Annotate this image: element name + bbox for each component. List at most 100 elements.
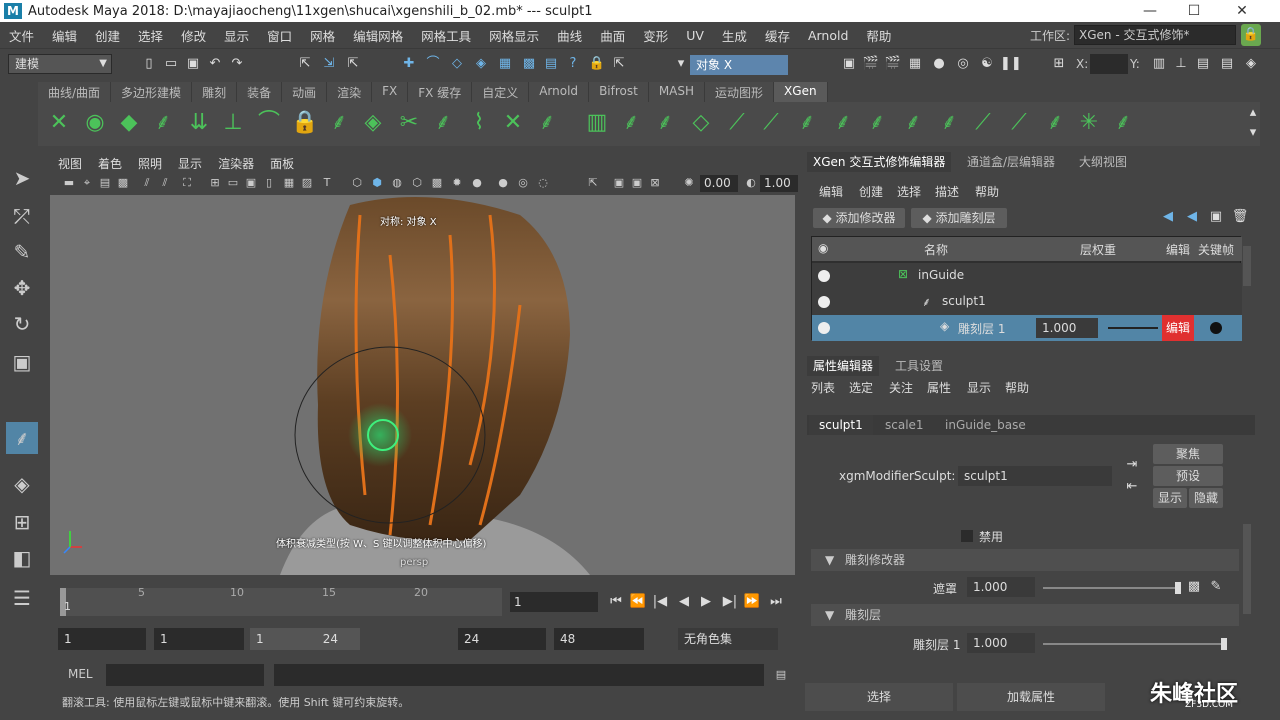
tab-outliner[interactable]: 大纲视图 [1079, 152, 1127, 172]
xgen-add-guide-icon[interactable]: ⊥ [218, 106, 248, 140]
table-row[interactable]: ⸙ sculpt1 [812, 289, 1242, 315]
ambient-occlusion-icon[interactable]: ● [470, 176, 484, 190]
grid-icon[interactable]: ⊞ [208, 176, 222, 190]
rotate-tool-icon[interactable]: ↻ [6, 308, 38, 340]
new-scene-icon[interactable]: ▯ [140, 55, 158, 73]
menu-modify[interactable]: 修改 [172, 26, 215, 45]
xgen-width-icon[interactable]: ▥ [582, 106, 612, 140]
preset-button[interactable]: 预设 [1153, 466, 1223, 486]
menu-cache[interactable]: 缓存 [756, 26, 799, 45]
bookmark-icon[interactable]: ▤ [98, 176, 112, 190]
antialias-icon[interactable]: ◎ [516, 176, 530, 190]
table-row[interactable]: ⊠ inGuide [812, 263, 1242, 289]
xgen-noise-icon[interactable]: ✕ [498, 106, 528, 140]
focus-button[interactable]: 聚焦 [1153, 444, 1223, 464]
ipr-render-icon[interactable]: 🎬 [884, 55, 902, 73]
camera-attr-icon[interactable]: ⌖ [80, 176, 94, 190]
isolate-select-icon[interactable]: ⇱ [586, 176, 600, 190]
vp-menu-view[interactable]: 视图 [50, 155, 90, 172]
xgen-twist-icon[interactable]: ⸙ [532, 106, 562, 140]
select-tool-icon[interactable]: ➤ [6, 162, 38, 194]
menu-mesh-tools[interactable]: 网格工具 [412, 26, 480, 45]
xg-menu-select[interactable]: 选择 [897, 183, 921, 200]
snap-curve-icon[interactable]: ⌒ [424, 55, 442, 73]
mel-input[interactable] [106, 664, 264, 686]
menu-display[interactable]: 显示 [215, 26, 258, 45]
x-field[interactable] [1090, 54, 1128, 74]
gamma-field[interactable]: 1.00 [760, 175, 798, 192]
motion-blur-icon[interactable]: ● [496, 176, 510, 190]
layer1-slider-knob[interactable] [1221, 638, 1227, 650]
shelf-tab-poly[interactable]: 多边形建模 [111, 82, 193, 102]
menu-help[interactable]: 帮助 [857, 26, 900, 45]
vp-menu-show[interactable]: 显示 [170, 155, 210, 172]
tab-channel-box[interactable]: 通道盒/层编辑器 [967, 152, 1055, 172]
gamma-icon[interactable]: ◐ [744, 176, 758, 190]
xgm-node-field[interactable]: sculpt1 [958, 466, 1112, 486]
tab-attribute-editor[interactable]: 属性编辑器 [807, 356, 880, 376]
add-modifier-button[interactable]: ◆ 添加修改器 [813, 208, 905, 228]
shelf-tab-rigging[interactable]: 装备 [237, 82, 283, 102]
undo-icon[interactable]: ↶ [206, 55, 224, 73]
xray-joints-icon[interactable]: ▣ [630, 176, 644, 190]
menu-mesh[interactable]: 网格 [301, 26, 344, 45]
xg-menu-create[interactable]: 创建 [859, 183, 883, 200]
xgen-preview-icon[interactable]: ◉ [80, 106, 110, 140]
safe-action-icon[interactable]: ▯ [262, 176, 276, 190]
ae-menu-show[interactable]: 显示 [967, 379, 991, 396]
lights-icon[interactable]: ▩ [430, 176, 444, 190]
select-object-icon[interactable]: ⇲ [320, 55, 338, 73]
menu-windows[interactable]: 窗口 [258, 26, 301, 45]
xray-icon[interactable]: ▣ [612, 176, 626, 190]
character-set-select[interactable]: 无角色集 [678, 628, 778, 650]
xgen-part-icon[interactable]: ◇ [686, 106, 716, 140]
shelf-tab-fx-cache[interactable]: FX 缓存 [408, 82, 473, 102]
xgen-smear-icon[interactable]: ⟋ [968, 106, 998, 140]
shelf-tab-mash[interactable]: MASH [648, 82, 706, 102]
arnold-ipr-icon[interactable]: ☯ [978, 55, 996, 73]
go-to-end-icon[interactable]: ⏭ [766, 592, 786, 612]
anim-end-field[interactable]: 48 [554, 628, 644, 650]
viewport-3d[interactable]: 对称: 对象 X 体积衰减类型(按 W、S 键以调整体积中心偏移) persp [50, 195, 795, 575]
resolution-gate-icon[interactable]: ⛶ [180, 176, 194, 190]
film-gate-icon[interactable]: ⫽ [158, 176, 172, 190]
select-button[interactable]: 选择 [805, 683, 953, 711]
mask-slider-knob[interactable] [1175, 582, 1181, 594]
layer-editor-toggle-icon[interactable]: ◈ [1242, 55, 1260, 73]
checker-map-icon[interactable]: ▩ [1185, 578, 1203, 596]
xgen-sculpt-tool-icon[interactable]: ⸙ [6, 422, 38, 454]
shelf-tab-animation[interactable]: 动画 [282, 82, 328, 102]
render-current-icon[interactable]: 🎬 [862, 55, 880, 73]
menu-file[interactable]: 文件 [0, 26, 43, 45]
vp-menu-lighting[interactable]: 照明 [130, 155, 170, 172]
menu-curves[interactable]: 曲线 [548, 26, 591, 45]
shelf-tab-curves[interactable]: 曲线/曲面 [38, 82, 112, 102]
menu-mesh-display[interactable]: 网格显示 [480, 26, 548, 45]
mask-slider[interactable] [1043, 587, 1181, 589]
load-attributes-button[interactable]: 加载属性 [957, 683, 1105, 711]
shelf-tab-fx[interactable]: FX [372, 82, 409, 102]
textured-icon[interactable]: ⬡ [410, 176, 424, 190]
vp-menu-panels[interactable]: 面板 [262, 155, 302, 172]
menu-arnold[interactable]: Arnold [799, 28, 857, 43]
hide-button[interactable]: 隐藏 [1189, 488, 1223, 508]
play-forward-icon[interactable]: ▶ [696, 592, 716, 612]
paint-select-tool-icon[interactable]: ✎ [6, 236, 38, 268]
exposure-field[interactable]: 0.00 [700, 175, 738, 192]
lock-icon[interactable]: 🔒 [588, 55, 606, 73]
shadows-icon[interactable]: ✹ [450, 176, 464, 190]
move-up-icon[interactable]: ◀ [1159, 208, 1177, 226]
xgen-guide-icon[interactable]: ⸙ [148, 106, 178, 140]
menu-edit[interactable]: 编辑 [43, 26, 86, 45]
shelf-tab-rendering[interactable]: 渲染 [327, 82, 373, 102]
section-sculpt-modifier[interactable]: ▼ 雕刻修改器 [811, 549, 1239, 571]
select-hierarchy-icon[interactable]: ⇱ [296, 55, 314, 73]
xgen-length-icon[interactable]: ⸙ [792, 106, 822, 140]
shelf-scroll-down-icon[interactable]: ▾ [1244, 124, 1262, 142]
menu-select[interactable]: 选择 [129, 26, 172, 45]
node-tab-scale1[interactable]: scale1 [875, 415, 934, 435]
step-forward-key-icon[interactable]: ⏩ [742, 592, 762, 612]
hypershade-icon[interactable]: ● [930, 55, 948, 73]
mask-field[interactable]: 1.000 [967, 577, 1035, 597]
open-scene-icon[interactable]: ▭ [162, 55, 180, 73]
